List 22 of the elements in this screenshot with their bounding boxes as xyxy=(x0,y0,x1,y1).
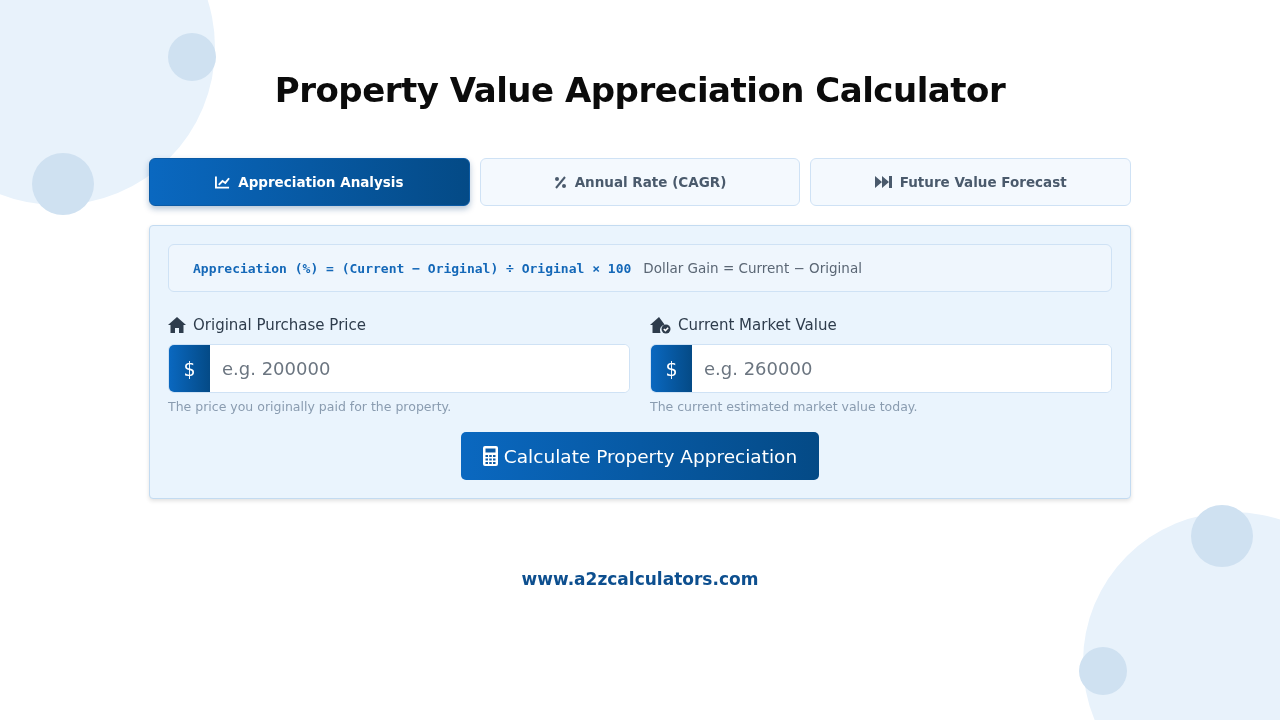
currency-prefix: $ xyxy=(169,345,210,392)
input-field[interactable]: $ e.g. 260000 xyxy=(650,344,1112,393)
field-label: Original Purchase Price xyxy=(193,316,366,334)
input-field[interactable]: $ e.g. 200000 xyxy=(168,344,630,393)
currency-prefix: $ xyxy=(651,345,692,392)
house-check-icon xyxy=(650,316,671,334)
field-hint: The price you originally paid for the property. xyxy=(168,399,453,414)
tab[interactable]: Future Value Forecast xyxy=(810,158,1131,206)
formula-text: Appreciation (%) = (Current − Original) ÷ Original × 100 xyxy=(193,260,632,276)
formula-note: Dollar Gain = Current − Original xyxy=(643,260,862,276)
field-label: Current Market Value xyxy=(678,316,837,334)
line-chart-icon xyxy=(215,175,231,189)
fast-forward-icon xyxy=(874,176,892,188)
tab[interactable]: Appreciation Analysis xyxy=(149,158,470,206)
percent-icon xyxy=(553,175,567,189)
website-link[interactable]: www.a2zcalculators.com xyxy=(521,569,759,589)
calculate-button[interactable]: Calculate Property Appreciation xyxy=(460,432,820,480)
calculator-icon xyxy=(482,446,498,466)
house-icon xyxy=(168,317,186,333)
page-title: Property Value Appreciation Calculator xyxy=(273,70,1007,110)
field-hint: The current estimated market value today. xyxy=(650,399,919,414)
tab[interactable]: Annual Rate (CAGR) xyxy=(479,158,801,206)
